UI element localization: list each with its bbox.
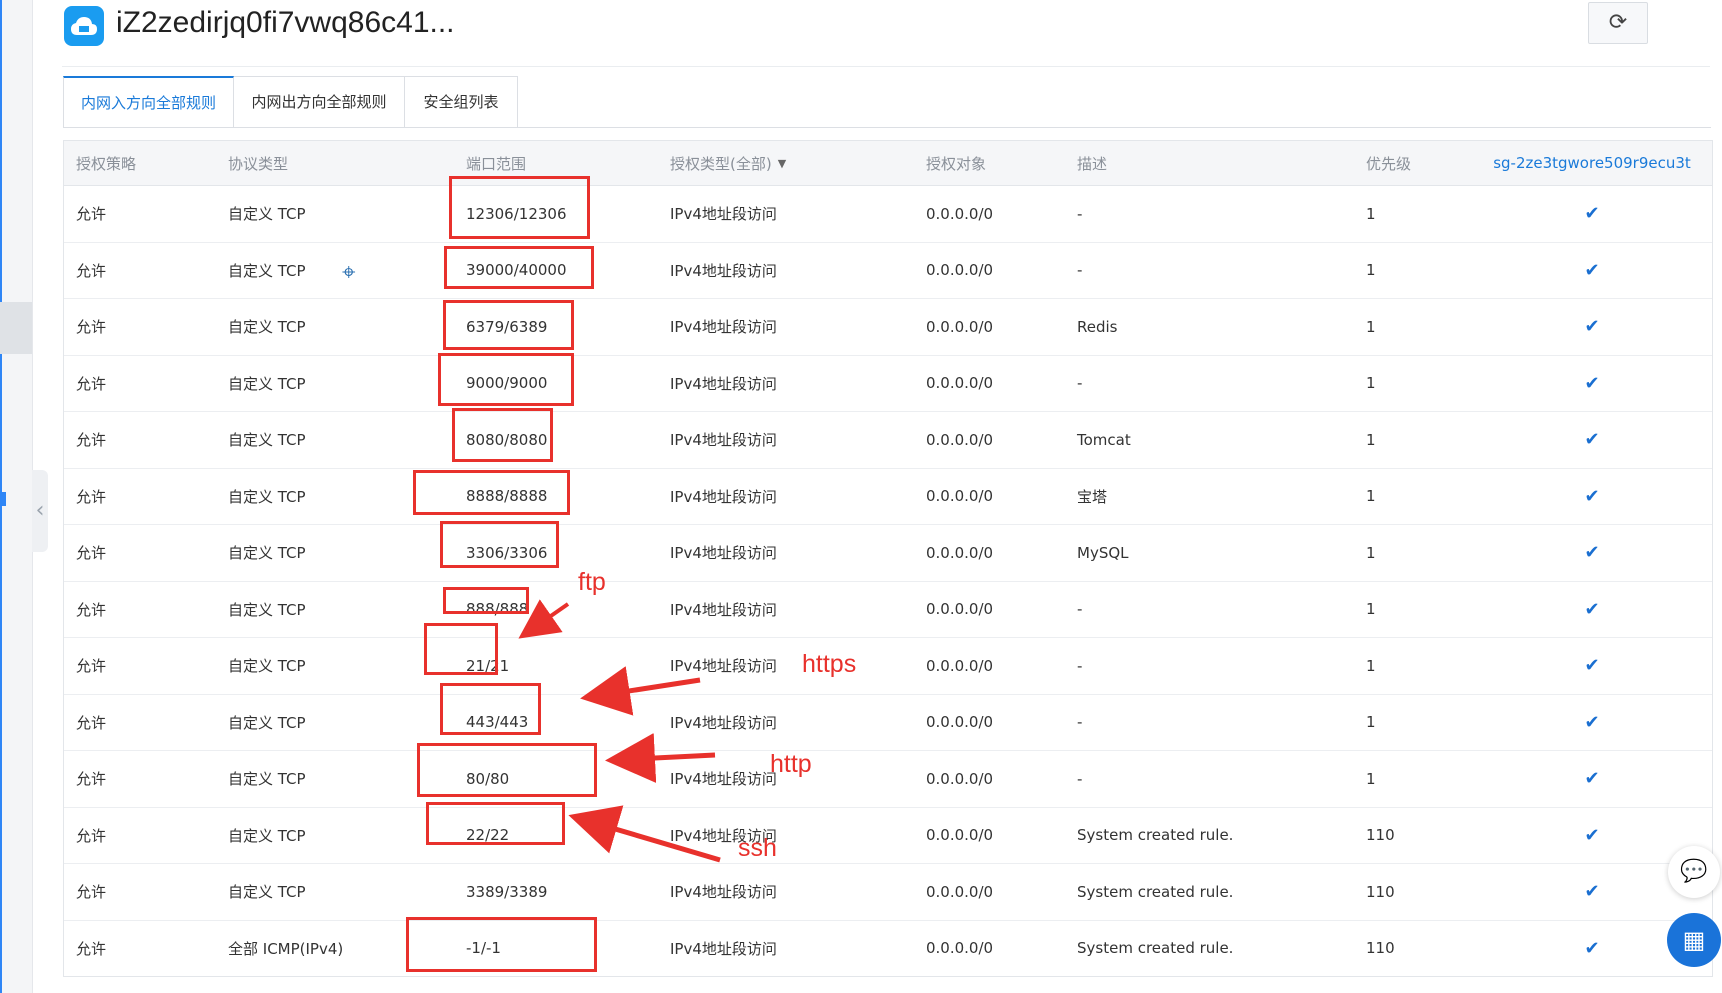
annotation-https: https bbox=[802, 650, 857, 678]
annotation-ftp: ftp bbox=[578, 568, 606, 596]
chat-button[interactable]: 💬 bbox=[1668, 846, 1720, 898]
annotation-ssh: ssh bbox=[738, 834, 777, 862]
apps-button[interactable]: ▦ bbox=[1667, 913, 1721, 967]
annotation-arrows bbox=[518, 599, 721, 863]
chat-icon: 💬 bbox=[1680, 859, 1708, 884]
apps-grid-icon: ▦ bbox=[1682, 926, 1706, 954]
annotation-http: http bbox=[770, 750, 812, 778]
